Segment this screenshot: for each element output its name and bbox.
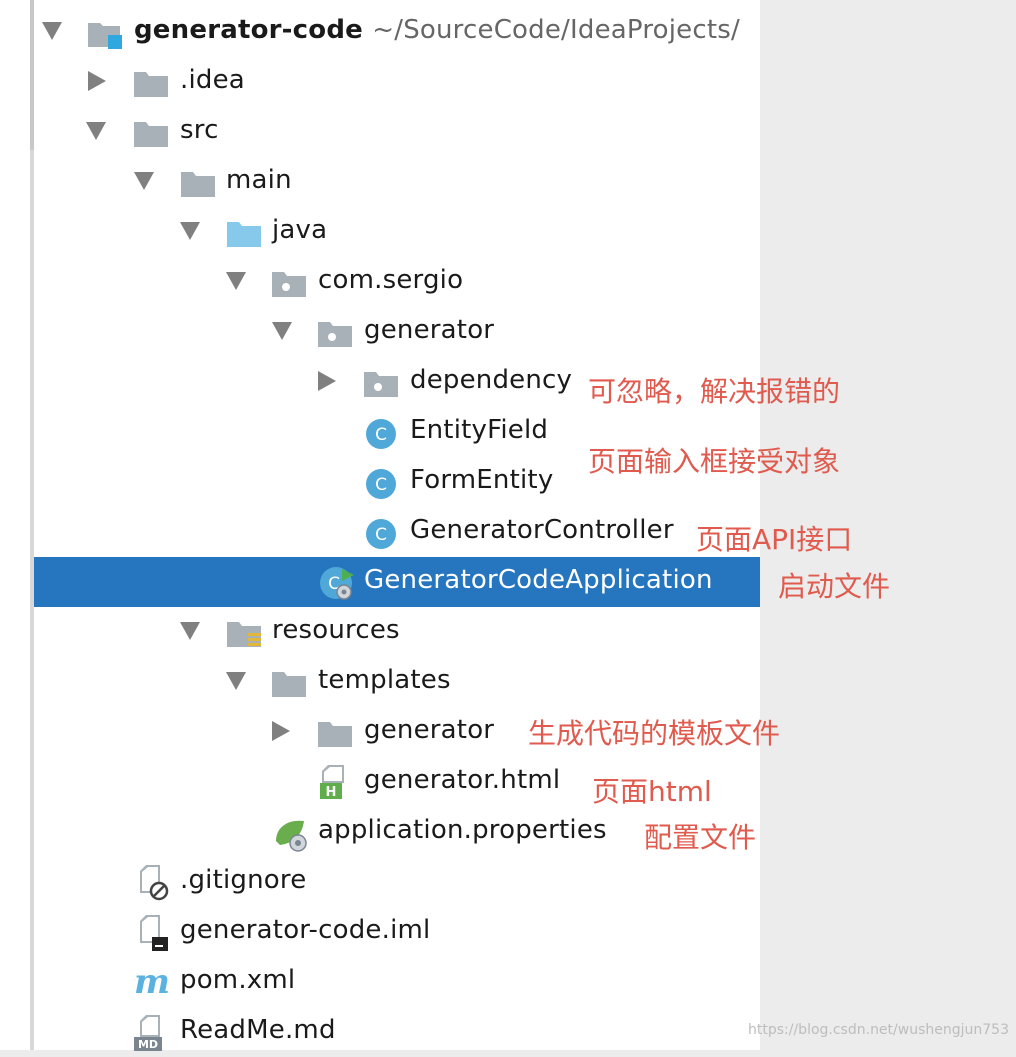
package-icon (318, 322, 352, 347)
tree-label: generator-code.iml (180, 915, 431, 945)
tree-label: generator (364, 715, 495, 745)
tree-row-generatorcodeapplication[interactable]: C GeneratorCodeApplication (34, 557, 760, 607)
annotation-controller: 页面API接口 (696, 523, 853, 556)
class-icon: C (366, 519, 396, 549)
annotation-properties: 配置文件 (644, 821, 757, 854)
tree-label: main (226, 165, 292, 195)
collapse-arrow-icon[interactable] (272, 721, 290, 741)
gitignore-file-icon (140, 865, 169, 901)
class-icon: C (366, 469, 396, 499)
maven-icon: m (134, 967, 170, 999)
tree-row-gitignore[interactable]: .gitignore (0, 857, 760, 907)
tree-label: templates (318, 665, 451, 695)
tree-row-resources[interactable]: resources (0, 607, 760, 657)
expand-arrow-icon[interactable] (226, 672, 246, 690)
svg-text:C: C (375, 425, 387, 445)
annotation-application: 启动文件 (778, 570, 891, 603)
project-folder-icon (88, 23, 122, 49)
expand-arrow-icon[interactable] (180, 222, 200, 240)
expand-arrow-icon[interactable] (272, 322, 292, 340)
tree-label: java (272, 215, 328, 245)
tree-label: ReadMe.md (180, 1015, 336, 1045)
folder-icon (134, 122, 168, 147)
package-icon (272, 272, 306, 297)
folder-icon (272, 672, 306, 697)
annotation-form-entity: 页面输入框接受对象 (588, 445, 841, 478)
tree-row-iml[interactable]: generator-code.iml (0, 907, 760, 957)
tree-label: .gitignore (180, 865, 307, 895)
spring-boot-class-icon: C (320, 567, 354, 600)
tree-label: FormEntity (410, 465, 554, 495)
tree-row-idea[interactable]: .idea (0, 57, 760, 107)
collapse-arrow-icon[interactable] (318, 371, 336, 391)
package-icon (364, 372, 398, 397)
expand-arrow-icon[interactable] (134, 172, 154, 190)
svg-text:C: C (375, 525, 387, 545)
class-icon: C (366, 419, 396, 449)
tree-label: generator.html (364, 765, 561, 795)
tree-label: dependency (410, 365, 573, 395)
tree-row-java[interactable]: java (0, 207, 760, 257)
tree-label: pom.xml (180, 965, 296, 995)
root-name: generator-code (134, 15, 363, 45)
tree-row-com-sergio[interactable]: com.sergio (0, 257, 760, 307)
tree-label: EntityField (410, 415, 549, 445)
folder-icon (181, 172, 215, 197)
root-path: ~/SourceCode/IdeaProjects/ (372, 15, 740, 45)
tree-row-main[interactable]: main (0, 157, 760, 207)
tree-row-generator-package[interactable]: generator (0, 307, 760, 357)
expand-arrow-icon[interactable] (226, 272, 246, 290)
watermark: https://blog.csdn.net/wushengjun753 (748, 1022, 1009, 1038)
markdown-file-icon: MD (134, 1015, 162, 1051)
tree-row-generatorcontroller[interactable]: C GeneratorController (0, 507, 760, 557)
annotation-html: 页面html (592, 775, 712, 808)
svg-text:m: m (134, 967, 170, 999)
iml-file-icon (140, 915, 168, 951)
expand-arrow-icon[interactable] (180, 622, 200, 640)
expand-arrow-icon[interactable] (42, 22, 62, 40)
tree-label: application.properties (318, 815, 607, 845)
svg-text:H: H (326, 785, 337, 800)
resources-folder-icon (227, 622, 261, 647)
svg-text:C: C (375, 475, 387, 495)
expand-arrow-icon[interactable] (86, 122, 106, 140)
tree-row-pom[interactable]: m pom.xml (0, 957, 760, 1007)
tree-label: .idea (180, 65, 245, 95)
collapse-arrow-icon[interactable] (88, 71, 106, 91)
tree-row-templates[interactable]: templates (0, 657, 760, 707)
spring-properties-icon (276, 820, 307, 852)
annotation-dependency: 可忽略，解决报错的 (588, 375, 841, 408)
html-file-icon: H (320, 765, 344, 800)
folder-icon (134, 72, 168, 97)
tree-label: resources (272, 615, 400, 645)
tree-row-root[interactable]: generator-code ~/SourceCode/IdeaProjects… (0, 7, 760, 57)
tree-label: GeneratorCodeApplication (364, 565, 713, 595)
tree-label: com.sergio (318, 265, 464, 295)
source-folder-icon (227, 222, 261, 247)
svg-text:MD: MD (138, 1038, 158, 1051)
tree-label: src (180, 115, 219, 145)
tree-label: generator (364, 315, 495, 345)
annotation-templates-generator: 生成代码的模板文件 (528, 717, 781, 750)
tree-label: GeneratorController (410, 515, 674, 545)
tree-row-src[interactable]: src (0, 107, 760, 157)
folder-icon (318, 722, 352, 747)
